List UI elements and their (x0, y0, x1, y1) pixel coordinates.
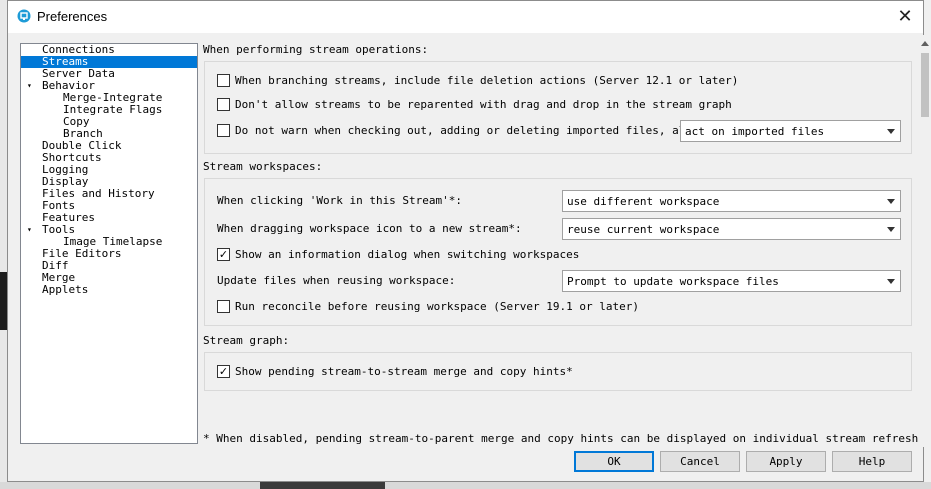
stream-graph-heading: Stream graph: (203, 334, 290, 347)
no-warn-label: Do not warn when checking out, adding or… (235, 124, 712, 137)
window-title: Preferences (37, 9, 108, 24)
imported-files-action-value: act on imported files (685, 125, 825, 138)
background-window-bottom (0, 482, 931, 489)
chevron-down-icon (887, 129, 895, 134)
info-dialog-label: Show an information dialog when switchin… (235, 248, 580, 261)
close-icon: ✕ (897, 5, 913, 27)
work-in-stream-select[interactable]: use different workspace (562, 190, 901, 212)
footnote-text: * When disabled, pending stream-to-paren… (203, 432, 919, 445)
merge-hints-label: Show pending stream-to-stream merge and … (235, 365, 573, 378)
tools-expander-icon[interactable]: ▾ (27, 224, 32, 236)
reconcile-checkbox[interactable] (217, 300, 230, 313)
preferences-dialog: Preferences ✕ Connections Streams Server… (7, 0, 931, 482)
imported-files-action-select[interactable]: act on imported files (680, 120, 901, 142)
update-files-select[interactable]: Prompt to update workspace files (562, 270, 901, 292)
work-in-stream-label: When clicking 'Work in this Stream'*: (217, 194, 463, 207)
drag-workspace-label: When dragging workspace icon to a new st… (217, 222, 522, 235)
stream-operations-group: When branching streams, include file del… (204, 61, 912, 154)
include-deletions-label: When branching streams, include file del… (235, 74, 739, 87)
chevron-down-icon (887, 199, 895, 204)
no-warn-checkbox[interactable] (217, 124, 230, 137)
include-deletions-checkbox[interactable] (217, 74, 230, 87)
update-files-label: Update files when reusing workspace: (217, 274, 456, 287)
stream-graph-group: ✓ Show pending stream-to-stream merge an… (204, 352, 912, 391)
background-window-bottom-dark (260, 482, 385, 489)
behavior-expander-icon[interactable]: ▾ (27, 80, 32, 92)
apply-button[interactable]: Apply (746, 451, 826, 472)
stream-operations-heading: When performing stream operations: (203, 43, 429, 56)
preferences-tree[interactable]: Connections Streams Server Data ▾ Behavi… (20, 43, 198, 444)
p4v-app-icon (17, 9, 31, 23)
scroll-thumb[interactable] (921, 53, 929, 117)
title-bar: Preferences ✕ (8, 1, 923, 33)
update-files-value: Prompt to update workspace files (567, 275, 779, 288)
stream-workspaces-group: When clicking 'Work in this Stream'*: us… (204, 178, 912, 326)
scroll-up-arrow-icon[interactable] (921, 41, 929, 46)
chevron-down-icon (887, 279, 895, 284)
info-dialog-checkbox[interactable]: ✓ (217, 248, 230, 261)
tree-item-applets[interactable]: Applets (42, 284, 88, 296)
drag-workspace-select[interactable]: reuse current workspace (562, 218, 901, 240)
chevron-down-icon (887, 227, 895, 232)
merge-hints-checkbox[interactable]: ✓ (217, 365, 230, 378)
stream-workspaces-heading: Stream workspaces: (203, 160, 323, 173)
help-button[interactable]: Help (832, 451, 912, 472)
reconcile-label: Run reconcile before reusing workspace (… (235, 300, 639, 313)
work-in-stream-value: use different workspace (567, 195, 720, 208)
cancel-button[interactable]: Cancel (660, 451, 740, 472)
close-button[interactable]: ✕ (893, 5, 917, 27)
vertical-scrollbar[interactable] (919, 35, 931, 447)
ok-button[interactable]: OK (574, 451, 654, 472)
drag-workspace-value: reuse current workspace (567, 223, 720, 236)
no-reparent-label: Don't allow streams to be reparented wit… (235, 98, 732, 111)
no-reparent-checkbox[interactable] (217, 98, 230, 111)
